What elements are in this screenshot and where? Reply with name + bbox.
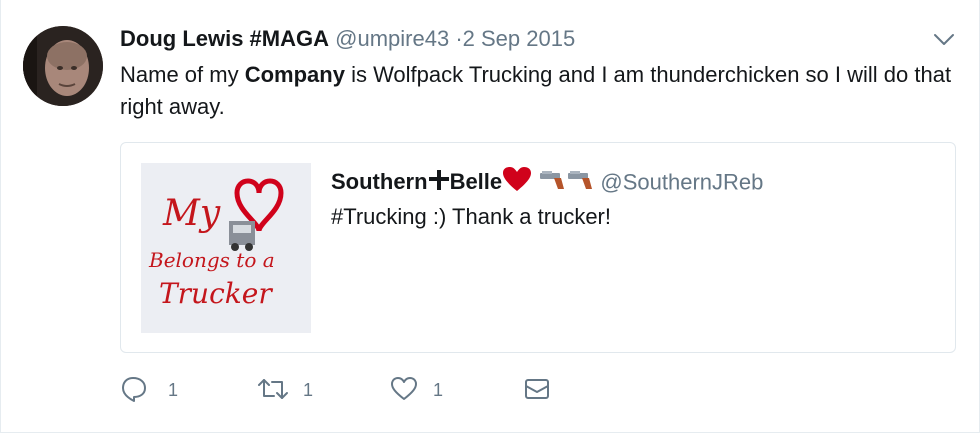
tweet-date[interactable]: 2 Sep 2015 bbox=[463, 26, 576, 51]
reply-count: 1 bbox=[168, 380, 179, 400]
heart-emoji-icon bbox=[502, 167, 532, 200]
tweet-text-bold: Company bbox=[244, 62, 345, 87]
tweet-header: Doug Lewis #MAGA @umpire43 ·2 Sep 2015 bbox=[120, 25, 575, 53]
quoted-tweet[interactable]: My Belongs to a Trucker Southern Belle @S… bbox=[120, 142, 956, 353]
caret-down-icon[interactable] bbox=[932, 29, 956, 49]
like-count: 1 bbox=[433, 380, 444, 400]
quoted-tweet-text: #Trucking :) Thank a trucker! bbox=[331, 204, 611, 229]
author-handle[interactable]: @umpire43 bbox=[335, 26, 449, 51]
tweet-text-part: Name of my bbox=[120, 62, 245, 87]
author-name[interactable]: Doug Lewis #MAGA bbox=[120, 26, 329, 51]
retweet-count: 1 bbox=[303, 380, 314, 400]
heavy-cross-icon bbox=[428, 169, 450, 198]
quoted-tweet-image[interactable]: My Belongs to a Trucker bbox=[141, 163, 311, 333]
tweet-actions: 1 1 1 bbox=[120, 372, 600, 408]
tweet-text: Name of my Company is Wolfpack Trucking … bbox=[120, 59, 970, 123]
pistol-icon bbox=[538, 169, 566, 198]
avatar[interactable] bbox=[23, 26, 103, 106]
pistol-icon bbox=[566, 169, 594, 198]
separator-dot: · bbox=[455, 26, 463, 51]
quoted-author-handle[interactable]: @SouthernJReb bbox=[600, 169, 763, 194]
image-text-line3: Trucker bbox=[159, 277, 273, 310]
image-text-line2: Belongs to a bbox=[148, 248, 275, 272]
quoted-name-part2: Belle bbox=[449, 169, 503, 195]
quoted-author-name[interactable]: Southern Belle bbox=[331, 167, 532, 195]
tweet-card: Doug Lewis #MAGA @umpire43 ·2 Sep 2015 N… bbox=[0, 0, 980, 433]
image-text-line1: My bbox=[162, 193, 221, 234]
quoted-tweet-header: Southern Belle @SouthernJReb bbox=[331, 167, 763, 195]
quoted-name-part1: Southern bbox=[331, 169, 428, 195]
